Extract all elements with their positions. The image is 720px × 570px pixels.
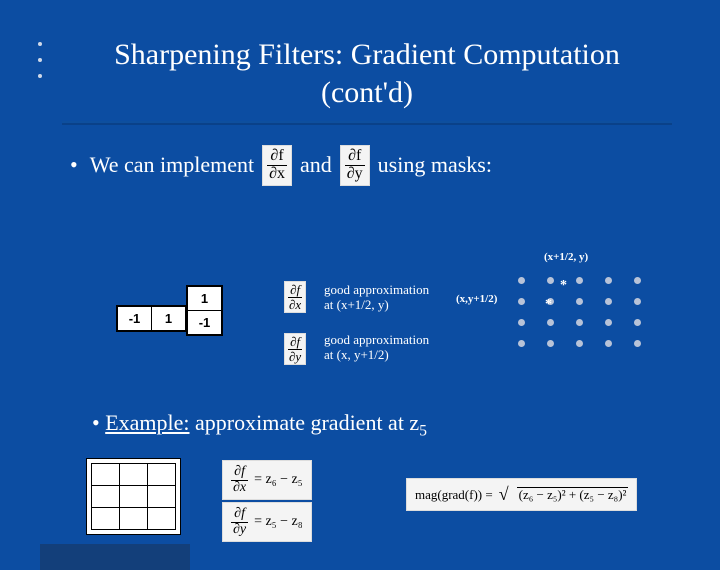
slide-title: Sharpening Filters: Gradient Computation… <box>62 30 672 123</box>
star-marker-2: * <box>545 297 552 313</box>
fraction-df-dx: ∂f ∂x <box>262 145 292 186</box>
small-frac-dx: ∂f∂x <box>284 281 306 313</box>
approx-text-x: good approximationat (x+1/2, y) <box>324 283 429 313</box>
bullet-tail: using masks: <box>378 152 492 178</box>
title-line-1: Sharpening Filters: Gradient Computation <box>114 38 620 71</box>
mask-vertical: 1 -1 <box>186 285 223 336</box>
equation-dfdy: ∂f∂y = z₅ − z₈ <box>222 502 312 542</box>
example-underline: Example: <box>105 410 189 435</box>
bullet-and: and <box>300 152 332 178</box>
equation-dfdx: ∂f∂x = z₆ − z₅ <box>222 460 312 500</box>
bullet-lead: We can implement <box>90 152 254 178</box>
label-x-half-y: (x+1/2, y) <box>544 251 588 263</box>
label-xy-half: (x,y+1/2) <box>456 293 497 305</box>
bullet-dot: • <box>70 152 78 178</box>
footer-accent-bar <box>40 544 190 570</box>
fraction-df-dy: ∂f ∂y <box>340 145 370 186</box>
small-frac-dy: ∂f∂y <box>284 333 306 365</box>
equation-magnitude: mag(grad(f)) = √(z₆ − z₅)² + (z₅ − z₈)² <box>406 478 637 511</box>
bullet-implement-masks: • We can implement ∂f ∂x and ∂f ∂y using… <box>70 145 720 186</box>
pixel-grid <box>518 277 641 361</box>
decorative-dots <box>38 42 42 78</box>
z-neighborhood-table: Z1Z2Z3 Z4Z5Z6 Z7Z8Z9 <box>86 458 181 535</box>
title-line-2: (cont'd) <box>321 76 413 109</box>
mask-horizontal: -1 1 <box>116 305 187 332</box>
approx-text-y: good approximationat (x, y+1/2) <box>324 333 429 363</box>
star-marker-1: * <box>560 278 567 294</box>
example-line: • Example: approximate gradient at z5 <box>92 410 427 440</box>
